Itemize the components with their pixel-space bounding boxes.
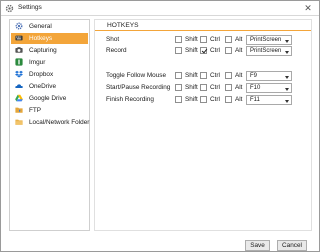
key-select[interactable]: F10 (246, 83, 292, 93)
hotkey-label: Start/Pause Recording (106, 84, 171, 91)
alt-label: Alt (235, 96, 243, 103)
ctrl-checkbox[interactable] (200, 47, 207, 54)
save-button[interactable]: Save (245, 240, 270, 251)
hotkey-row-start-pause-recording: Start/Pause Recording Shift Ctrl Alt F10 (95, 83, 311, 93)
hotkey-row-finish-recording: Finish Recording Shift Ctrl Alt F11 (95, 95, 311, 105)
keyboard-icon (15, 35, 23, 41)
ctrl-checkbox[interactable] (200, 84, 207, 91)
sidebar-item-label: FTP (29, 107, 42, 114)
sidebar-item-hotkeys[interactable]: Hotkeys (11, 33, 88, 44)
sidebar-item-label: Imgur (29, 59, 46, 66)
alt-label: Alt (235, 36, 243, 43)
alt-label: Alt (235, 84, 243, 91)
shift-checkbox[interactable] (175, 96, 182, 103)
ctrl-checkbox[interactable] (200, 72, 207, 79)
settings-sidebar: General Hotkeys Capturing Imgur Dropbox … (9, 19, 90, 231)
hotkey-row-shot: Shot Shift Ctrl Alt PrintScreen (95, 35, 311, 45)
dropdown-arrow-icon (285, 51, 289, 54)
hotkey-row-record: Record Shift Ctrl Alt PrintScreen (95, 46, 311, 56)
alt-label: Alt (235, 47, 243, 54)
hotkey-label: Record (106, 47, 127, 54)
ctrl-label: Ctrl (210, 72, 220, 79)
alt-checkbox[interactable] (225, 47, 232, 54)
shift-checkbox[interactable] (175, 72, 182, 79)
alt-checkbox[interactable] (225, 72, 232, 79)
hotkey-row-toggle-follow-mouse: Toggle Follow Mouse Shift Ctrl Alt F9 (95, 71, 311, 81)
key-select[interactable]: PrintScreen (246, 35, 292, 45)
ctrl-label: Ctrl (210, 36, 220, 43)
hotkey-label: Finish Recording (106, 96, 154, 103)
alt-checkbox[interactable] (225, 36, 232, 43)
sidebar-item-dropbox[interactable]: Dropbox (11, 69, 88, 80)
key-select-value: PrintScreen (250, 48, 282, 54)
sidebar-item-label: Capturing (29, 47, 57, 54)
hotkeys-panel: HOTKEYS Shot Shift Ctrl Alt PrintScreen … (94, 19, 312, 231)
key-select[interactable]: F9 (246, 71, 292, 81)
hotkey-label: Shot (106, 36, 120, 43)
sidebar-item-onedrive[interactable]: OneDrive (11, 81, 88, 92)
dropdown-arrow-icon (285, 76, 289, 79)
sidebar-item-ftp[interactable]: FTP (11, 105, 88, 116)
alt-checkbox[interactable] (225, 84, 232, 91)
alt-checkbox[interactable] (225, 96, 232, 103)
key-select-value: F10 (250, 85, 261, 91)
cancel-button[interactable]: Cancel (277, 240, 307, 251)
sidebar-item-imgur[interactable]: Imgur (11, 57, 88, 68)
sidebar-item-google-drive[interactable]: Google Drive (11, 93, 88, 104)
sidebar-item-label: Dropbox (29, 71, 54, 78)
dropdown-arrow-icon (285, 40, 289, 43)
shift-label: Shift (185, 96, 198, 103)
folder-icon (15, 119, 23, 125)
alt-label: Alt (235, 72, 243, 79)
key-select-value: F11 (250, 97, 260, 103)
dropdown-arrow-icon (285, 88, 289, 91)
key-select[interactable]: PrintScreen (246, 46, 292, 56)
key-select[interactable]: F11 (246, 95, 292, 105)
imgur-icon (15, 58, 23, 66)
close-button[interactable]: ✕ (303, 3, 313, 13)
camera-icon (15, 47, 23, 53)
hotkey-label: Toggle Follow Mouse (106, 72, 167, 79)
shift-label: Shift (185, 84, 198, 91)
section-title: HOTKEYS (107, 22, 139, 29)
sidebar-item-capturing[interactable]: Capturing (11, 45, 88, 56)
shift-checkbox[interactable] (175, 84, 182, 91)
close-icon: ✕ (304, 3, 312, 13)
title-bar: Settings ✕ (1, 1, 319, 16)
google-drive-icon (15, 94, 23, 102)
ctrl-label: Ctrl (210, 96, 220, 103)
settings-window: Settings ✕ General Hotkeys Capturing Img… (0, 0, 320, 252)
ftp-icon (15, 107, 23, 113)
key-select-value: PrintScreen (250, 37, 282, 43)
sidebar-item-label: Google Drive (29, 95, 67, 102)
onedrive-icon (15, 84, 23, 88)
settings-app-icon (5, 4, 14, 13)
ctrl-checkbox[interactable] (200, 36, 207, 43)
ctrl-label: Ctrl (210, 84, 220, 91)
window-title: Settings (18, 4, 42, 11)
shift-label: Shift (185, 72, 198, 79)
ctrl-checkbox[interactable] (200, 96, 207, 103)
key-select-value: F9 (250, 73, 258, 79)
sidebar-item-label: Local/Network Folder (29, 119, 90, 126)
dropdown-arrow-icon (285, 100, 289, 103)
sidebar-item-label: Hotkeys (29, 35, 53, 42)
shift-checkbox[interactable] (175, 36, 182, 43)
ctrl-label: Ctrl (210, 47, 220, 54)
shift-label: Shift (185, 47, 198, 54)
shift-checkbox[interactable] (175, 47, 182, 54)
sidebar-item-label: OneDrive (29, 83, 56, 90)
sidebar-item-general[interactable]: General (11, 21, 88, 32)
sidebar-item-label: General (29, 23, 52, 30)
gear-icon (15, 22, 23, 30)
sidebar-item-local-network-folder[interactable]: Local/Network Folder (11, 117, 90, 128)
section-divider (95, 30, 311, 31)
shift-label: Shift (185, 36, 198, 43)
dropbox-icon (15, 70, 23, 78)
